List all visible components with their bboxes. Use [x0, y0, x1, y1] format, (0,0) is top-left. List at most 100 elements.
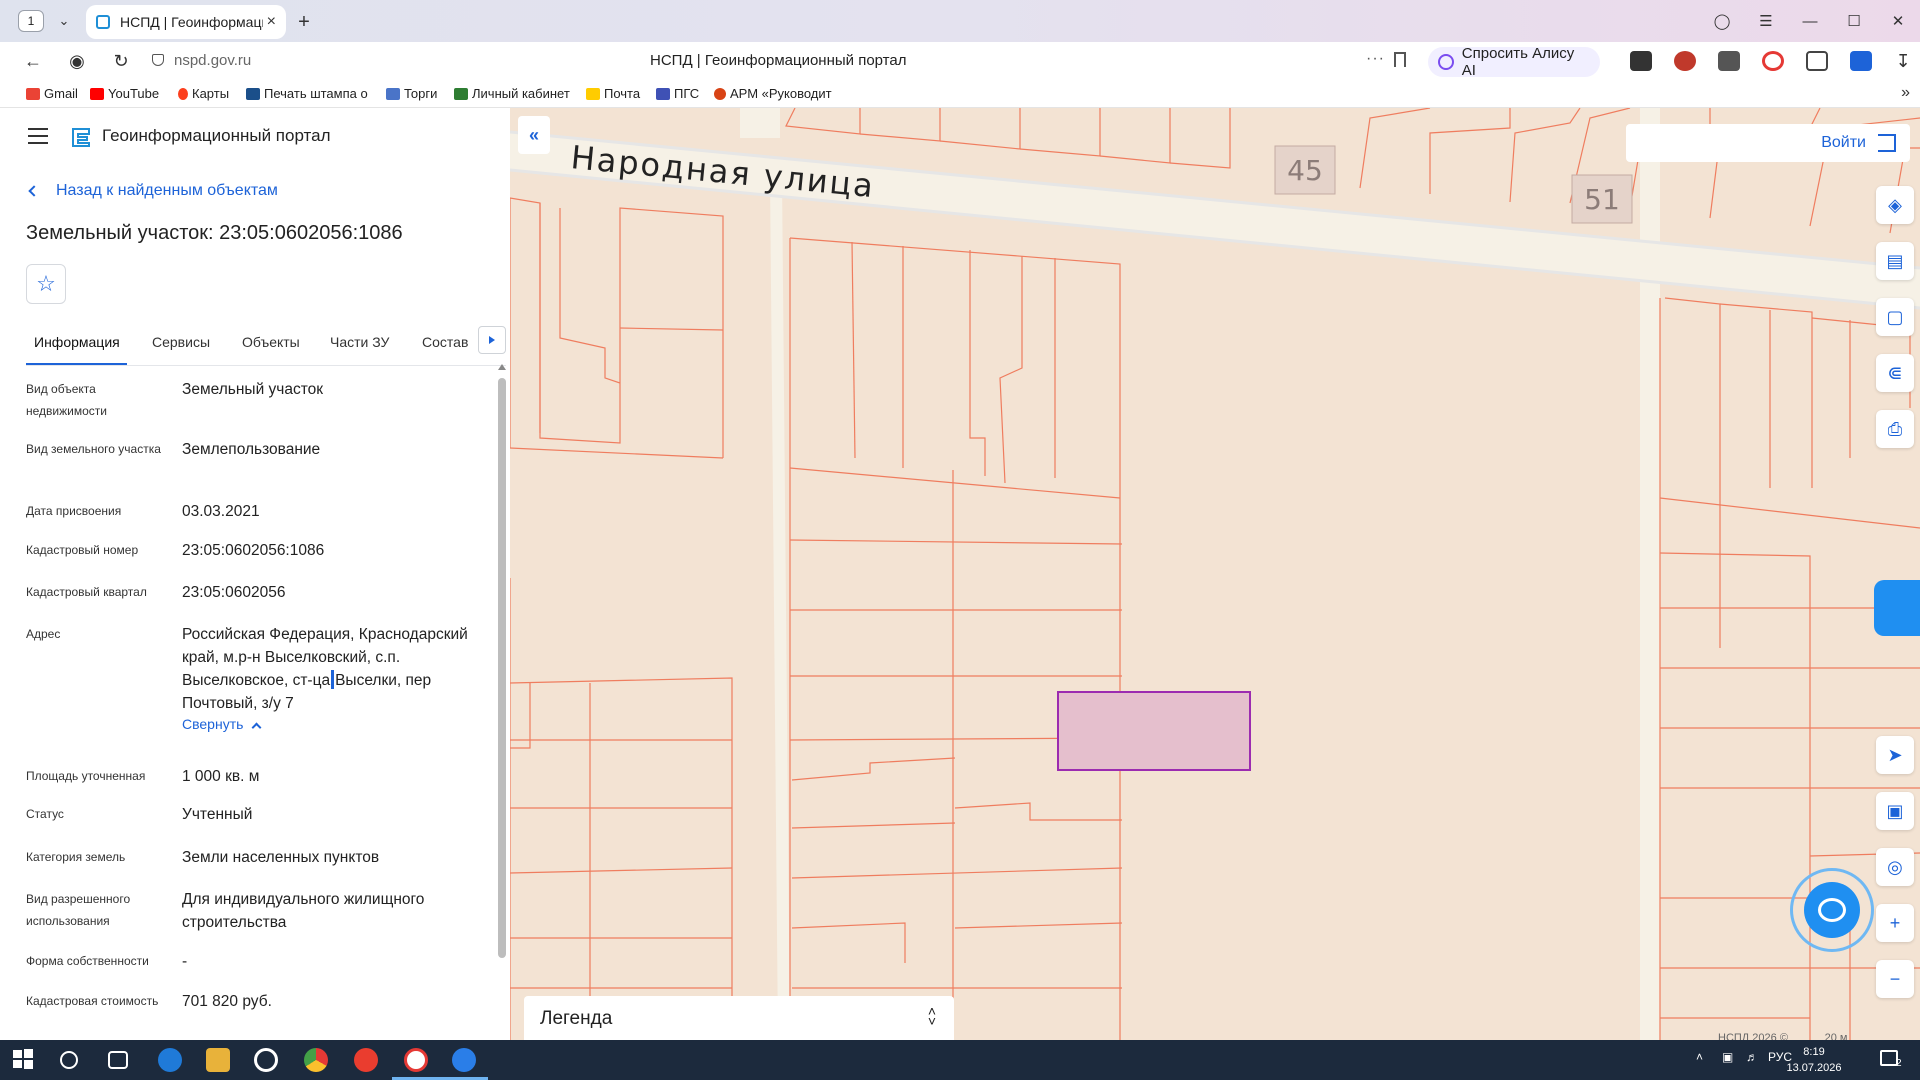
extension-target-icon[interactable]	[1762, 51, 1784, 71]
print-button[interactable]: ⎙	[1876, 410, 1914, 448]
tab-parts[interactable]: Части ЗУ	[330, 334, 389, 350]
address-bar[interactable]: nspd.gov.ru	[152, 52, 251, 69]
geolocation-button[interactable]: ➤	[1876, 736, 1914, 774]
parcel	[1169, 108, 1231, 169]
browser-menu-icon[interactable]: ☰	[1744, 12, 1788, 30]
reload-icon[interactable]: ↻	[108, 49, 134, 73]
network-icon[interactable]: ▣	[1722, 1050, 1733, 1064]
clock-time: 8:19	[1803, 1046, 1825, 1058]
more-dots-icon[interactable]: ···	[1366, 50, 1385, 68]
collapse-address-link[interactable]: Свернуть	[182, 716, 262, 733]
gmail-icon	[26, 87, 40, 100]
chat-assistant-button[interactable]	[1790, 868, 1874, 952]
address-value[interactable]: Российская Федерация, Краснодарский край…	[182, 623, 482, 715]
new-tab-plus-icon[interactable]: +	[292, 10, 316, 34]
ask-alice-label: Спросить Алису AI	[1461, 45, 1575, 79]
edge-icon[interactable]	[158, 1048, 182, 1072]
bookmark-mail[interactable]: Почта	[586, 86, 640, 101]
back-arrow-icon[interactable]: ←	[20, 49, 46, 73]
extension-shield-icon[interactable]	[1718, 51, 1740, 71]
select-area-icon: ▢	[1886, 306, 1904, 327]
tab-services[interactable]: Сервисы	[152, 334, 210, 350]
chevron-up-icon	[251, 722, 262, 733]
zoom-in-button[interactable]: +	[1876, 904, 1914, 942]
profile-icon[interactable]: ◯	[1700, 12, 1744, 30]
parcel-line	[791, 867, 1123, 879]
close-window-icon[interactable]: ✕	[1876, 12, 1920, 30]
road-segment	[740, 108, 780, 138]
extension-seal-icon[interactable]	[1674, 51, 1696, 71]
bookmark-icon[interactable]	[1394, 52, 1406, 67]
area-select-button[interactable]: ▢	[1876, 298, 1914, 336]
feedback-tab-icon[interactable]	[1874, 580, 1920, 636]
file-explorer-icon[interactable]	[206, 1048, 230, 1072]
share-button[interactable]: ⋐	[1876, 354, 1914, 392]
selected-parcel[interactable]	[1057, 691, 1251, 771]
property-value[interactable]: 23:05:0602056:1086	[182, 539, 482, 562]
property-value[interactable]: 23:05:0602056	[182, 581, 482, 604]
tab-close-icon[interactable]: ×	[267, 13, 276, 31]
ask-alice-button[interactable]: Спросить Алису AI	[1428, 45, 1600, 79]
minimize-icon[interactable]: —	[1788, 13, 1832, 30]
tabs-divider	[26, 365, 506, 366]
tray-chevron-up-icon[interactable]: ˄	[1696, 1050, 1703, 1064]
back-to-results-link[interactable]: Назад к найденным объектам	[28, 182, 278, 200]
browser-tab-active[interactable]: НСПД | Геоинформаци ×	[86, 5, 286, 39]
bookmarks-more-icon[interactable]: »	[1901, 84, 1910, 102]
search-icon[interactable]	[60, 1051, 78, 1069]
minimap-button[interactable]: ▣	[1876, 792, 1914, 830]
windows-start-icon[interactable]	[12, 1048, 36, 1072]
hamburger-menu-icon[interactable]	[28, 128, 48, 144]
taskbar-clock[interactable]: 8:19 13.07.2026	[1786, 1044, 1842, 1076]
map-canvas: Народная улица 45 51	[510, 108, 1920, 1040]
ruler-icon: ▤	[1886, 250, 1904, 271]
legend-panel[interactable]: Легенда ˄ ˅	[524, 996, 954, 1040]
map-pin-icon	[178, 87, 188, 100]
task-view-icon[interactable]	[108, 1051, 128, 1069]
cc-app-icon[interactable]	[254, 1048, 278, 1072]
shield-icon	[152, 54, 164, 66]
minus-icon: −	[1889, 968, 1901, 989]
bookmark-gmail[interactable]: Gmail	[26, 86, 78, 101]
tab-information[interactable]: Информация	[34, 334, 120, 350]
yandex-app-icon[interactable]	[354, 1048, 378, 1072]
zoom-out-button[interactable]: −	[1876, 960, 1914, 998]
account-icon	[454, 87, 468, 100]
login-button[interactable]: Войти	[1626, 124, 1910, 162]
extension-kx-icon[interactable]	[1630, 51, 1652, 71]
tab-counter[interactable]: 1	[18, 10, 44, 32]
bookmark-arm[interactable]: АРМ «Руководит	[714, 86, 832, 101]
yandex-browser-icon[interactable]	[404, 1048, 428, 1072]
messenger-icon[interactable]	[452, 1048, 476, 1072]
tab-composition[interactable]: Состав	[422, 334, 468, 350]
tab-objects[interactable]: Объекты	[242, 334, 300, 350]
maximize-icon[interactable]: ☐	[1832, 12, 1876, 30]
tab-list-chevron-down-icon[interactable]: ⌄	[52, 10, 76, 32]
bookmark-stamp-print[interactable]: Печать штампа о	[246, 86, 368, 101]
layers-button[interactable]: ◈	[1876, 186, 1914, 224]
road-segment	[770, 178, 790, 1040]
bookmark-account[interactable]: Личный кабинет	[454, 86, 570, 101]
collapse-panel-button[interactable]: «	[518, 116, 550, 154]
street-label: Народная улица	[569, 138, 876, 205]
panel-scrollbar-thumb[interactable]	[498, 378, 506, 958]
downloads-icon[interactable]: ↧	[1890, 49, 1916, 73]
location-search-button[interactable]: ◎	[1876, 848, 1914, 886]
extension-copy-icon[interactable]	[1806, 51, 1828, 71]
extension-badge-icon[interactable]	[1850, 51, 1872, 71]
parcel-line	[999, 256, 1023, 484]
volume-icon[interactable]: ♬	[1746, 1050, 1758, 1064]
chrome-icon[interactable]	[304, 1048, 328, 1072]
tabs-scroll-right-button[interactable]	[478, 326, 506, 354]
measure-button[interactable]: ▤	[1876, 242, 1914, 280]
expand-chevrons-icon[interactable]: ˄ ˅	[928, 1004, 936, 1028]
favorite-star-button[interactable]: ☆	[26, 264, 66, 304]
bookmark-pgs[interactable]: ПГС	[656, 86, 699, 101]
bookmark-auctions[interactable]: Торги	[386, 86, 437, 101]
bookmark-youtube[interactable]: YouTube	[90, 86, 159, 101]
bookmark-maps[interactable]: Карты	[178, 86, 229, 101]
cadastral-map[interactable]: Народная улица 45 51	[510, 108, 1920, 1040]
yandex-icon[interactable]: ◉	[64, 49, 90, 73]
parcel-line	[1719, 303, 1813, 488]
scroll-up-arrow-icon[interactable]	[498, 364, 506, 370]
